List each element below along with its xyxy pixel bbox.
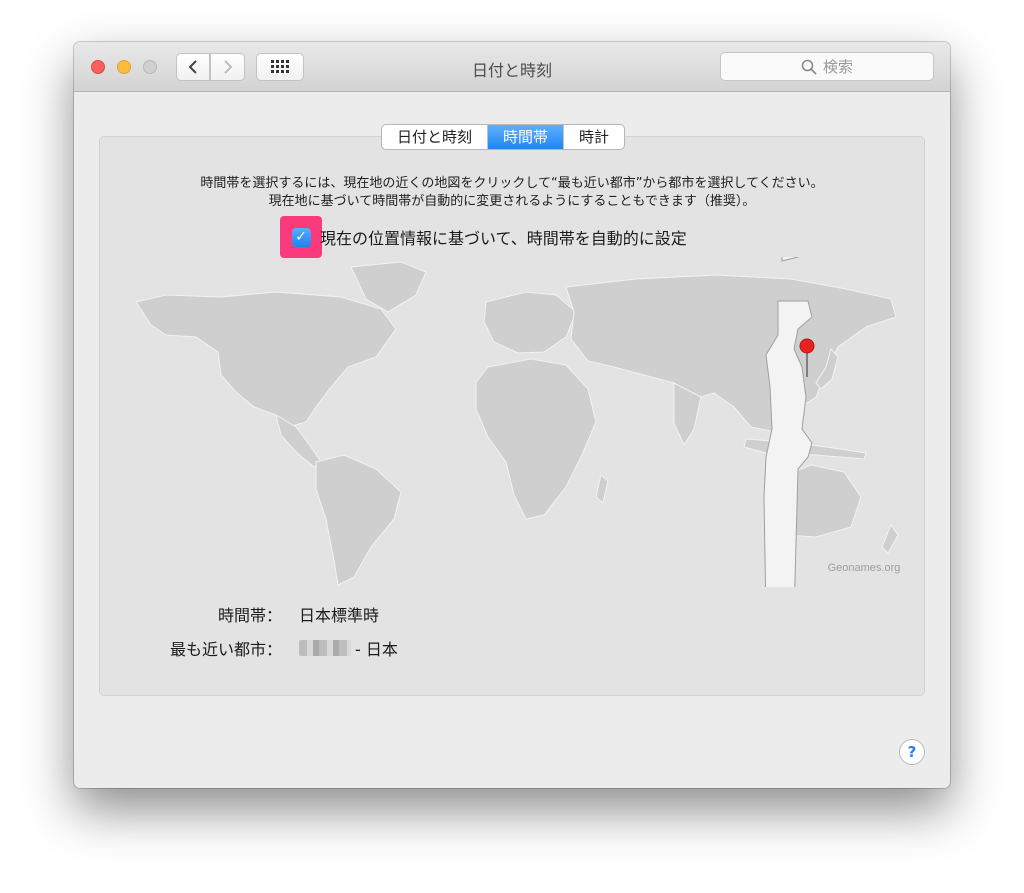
system-preferences-window: 日付と時刻 検索 日付と時刻 時間帯 時計 時間帯を選択するには、現在地の近くの… [74, 42, 950, 788]
map-asia [565, 274, 897, 433]
city-name-redacted [299, 640, 351, 656]
map-europe [483, 291, 577, 354]
timezone-row: 時間帯： 日本標準時 [74, 602, 379, 626]
help-button[interactable]: ? [899, 739, 925, 765]
map-africa [475, 358, 597, 520]
description: 時間帯を選択するには、現在地の近くの地図をクリックして“最も近い都市”から都市を… [74, 175, 950, 211]
map-south-america [315, 454, 402, 586]
map-madagascar [595, 474, 609, 504]
map-new-zealand [881, 523, 899, 554]
closest-city-value: - 日本 [355, 640, 398, 659]
closest-city-field[interactable]: - 日本 [299, 636, 398, 660]
tab-bar: 日付と時刻 時間帯 時計 [381, 124, 626, 150]
tab-date-time[interactable]: 日付と時刻 [382, 125, 489, 149]
search-placeholder: 検索 [822, 58, 853, 76]
auto-timezone-row: ✓ 現在の位置情報に基づいて、時間帯を自動的に設定 [280, 216, 687, 258]
description-line-2: 現在地に基づいて時間帯が自動的に変更されるようにすることもできます（推奨）。 [268, 194, 756, 209]
timezone-label: 時間帯： [217, 606, 282, 625]
description-line-1: 時間帯を選択するには、現在地の近くの地図をクリックして“最も近い都市”から都市を… [200, 176, 824, 191]
tab-clock[interactable]: 時計 [564, 125, 624, 149]
timezone-value: 日本標準時 [299, 606, 380, 625]
title-bar: 日付と時刻 検索 [74, 42, 950, 92]
checkmark-icon: ✓ [295, 229, 307, 245]
world-map[interactable]: Geonames.org [126, 257, 906, 587]
closest-city-row: 最も近い都市： - 日本 [74, 636, 398, 660]
auto-timezone-checkbox[interactable]: ✓ [291, 227, 311, 247]
tab-time-zone[interactable]: 時間帯 [488, 125, 565, 149]
map-highlight-top [781, 257, 799, 262]
closest-city-label: 最も近い都市： [169, 640, 282, 659]
checkbox-highlight: ✓ [280, 216, 322, 258]
location-pin-icon [799, 338, 815, 354]
search-icon [801, 59, 817, 75]
map-north-america [135, 291, 397, 428]
map-credit: Geonames.org [828, 562, 901, 574]
search-field[interactable]: 検索 [720, 52, 934, 81]
auto-timezone-label: 現在の位置情報に基づいて、時間帯を自動的に設定 [320, 229, 687, 248]
